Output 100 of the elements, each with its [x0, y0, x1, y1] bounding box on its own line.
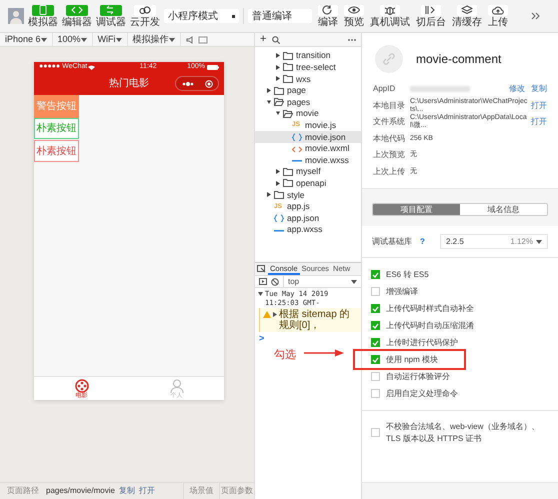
checkbox[interactable] — [371, 355, 380, 364]
version-select[interactable]: 2.2.5 1.12% — [440, 234, 548, 249]
film-reel-icon — [74, 379, 88, 393]
tree-item[interactable]: movie.wxss — [255, 154, 361, 166]
tree-item[interactable]: style — [255, 189, 361, 201]
block-icon — [271, 278, 279, 286]
page-button[interactable]: 朴素按钮 — [34, 140, 79, 162]
blurred-value — [410, 86, 470, 92]
caret-down-icon — [267, 100, 271, 105]
dropdown[interactable]: 小程序模式 — [164, 9, 239, 23]
checkbox[interactable] — [371, 389, 380, 398]
option-label: 上传代码时样式自动补全 — [386, 302, 474, 314]
tree-item[interactable]: tree-select — [255, 62, 361, 74]
caret-right-icon — [273, 312, 277, 317]
toolbar-button[interactable]: 真机调试 — [370, 4, 410, 28]
info-label: 本地目录 — [373, 100, 406, 112]
caret-right-icon — [276, 169, 280, 174]
warning-icon — [263, 311, 271, 318]
toolbar-button[interactable]: 编译 — [318, 4, 338, 28]
cloud-dev-button[interactable] — [134, 4, 156, 16]
check-icon — [372, 356, 379, 362]
info-label: 上次上传 — [373, 166, 406, 178]
link[interactable]: 打开 — [138, 485, 155, 497]
option-label: 自动运行体验评分 — [386, 370, 450, 382]
settings-tab[interactable]: 项目配置 — [373, 204, 460, 215]
caret-right-icon — [276, 76, 280, 82]
tree-item[interactable]: myself — [255, 166, 361, 178]
toolbar-button[interactable]: 切后台 — [416, 4, 446, 28]
code-icon — [71, 5, 83, 15]
layers-icon — [461, 5, 473, 15]
check-icon — [372, 340, 379, 346]
tree-item[interactable]: movie.wxml — [255, 142, 361, 154]
capsule-button[interactable] — [175, 76, 219, 91]
device-select[interactable]: 模拟操作 — [128, 33, 181, 46]
caret-icon — [116, 38, 122, 42]
tree-item[interactable]: transition — [255, 50, 361, 62]
tree-item[interactable]: app.wxss — [255, 224, 361, 236]
page-path: pages/movie/movie — [46, 485, 115, 497]
tree-item[interactable]: openapi — [255, 178, 361, 190]
caret-right-icon — [267, 192, 271, 198]
library-label: 调试基础库 — [372, 236, 412, 248]
tree-item[interactable]: pages — [255, 96, 361, 108]
speaker-icon — [186, 36, 194, 44]
caret-icon — [80, 38, 87, 42]
checkbox[interactable] — [371, 338, 380, 347]
checkbox[interactable] — [371, 428, 380, 437]
dropdown[interactable]: 普通编译 — [248, 9, 312, 23]
checkbox[interactable] — [371, 287, 380, 296]
code-button[interactable] — [66, 4, 88, 16]
tree-item[interactable]: page — [255, 84, 361, 96]
link[interactable]: 复制 — [531, 83, 547, 96]
window-icon — [198, 36, 208, 44]
toolbar-label: 编辑器 — [62, 16, 92, 28]
settings-tab[interactable]: 域名信息 — [460, 204, 547, 215]
device-select[interactable]: iPhone 6 — [0, 33, 53, 46]
device-select[interactable]: WiFi — [92, 33, 128, 46]
checkbox[interactable] — [371, 321, 380, 330]
battery-icon — [207, 64, 219, 70]
tree-item[interactable]: movie — [255, 108, 361, 120]
toolbar-label: 调试器 — [96, 16, 126, 28]
tree-item[interactable]: app.json — [255, 212, 361, 224]
toolbar-label: 模拟器 — [28, 16, 58, 28]
device-select[interactable]: 100% — [52, 33, 93, 46]
phone-icon — [37, 5, 49, 15]
check-icon — [372, 322, 379, 328]
arrow — [304, 349, 344, 357]
check-icon — [372, 306, 379, 312]
refresh-icon — [322, 5, 334, 15]
tree-item[interactable]: movie.json — [255, 131, 361, 143]
checkbox[interactable] — [371, 372, 380, 381]
bug-icon — [384, 5, 396, 15]
caret-icon — [351, 280, 357, 284]
toolbar-button[interactable]: 清缓存 — [452, 4, 482, 28]
caret-right-icon — [267, 88, 271, 94]
braces-icon — [274, 214, 284, 222]
code-tag-icon — [292, 144, 302, 153]
toolbar-button[interactable]: 上传 — [488, 4, 508, 28]
checkbox[interactable] — [371, 270, 380, 279]
checkbox[interactable] — [371, 304, 380, 313]
tree-item[interactable]: wxs — [255, 73, 361, 85]
option-label: 上传时进行代码保护 — [386, 336, 458, 348]
option-label: 增强编译 — [386, 286, 418, 298]
context-select[interactable]: top — [283, 276, 357, 288]
wifi-icon — [88, 64, 96, 70]
phone-button[interactable] — [32, 4, 54, 16]
sidebar-toggle-icon — [259, 278, 267, 285]
toolbar-button[interactable]: 预览 — [344, 4, 364, 28]
console-message: 根据 sitemap 的规则[0]， — [279, 309, 351, 331]
link[interactable]: 打开 — [531, 116, 547, 128]
option-label: 上传代码时自动压缩混淆 — [386, 320, 474, 332]
debug-button[interactable] — [100, 4, 122, 16]
info-label: AppID — [373, 83, 396, 96]
braces-icon — [292, 132, 302, 141]
link[interactable]: 打开 — [531, 100, 547, 112]
project-name: movie-comment — [416, 51, 502, 68]
expand-more-icon — [531, 12, 540, 20]
caret-icon — [40, 38, 47, 42]
add-button[interactable]: + — [260, 34, 266, 45]
link[interactable]: 复制 — [118, 485, 135, 497]
link[interactable]: 修改 — [509, 83, 525, 96]
